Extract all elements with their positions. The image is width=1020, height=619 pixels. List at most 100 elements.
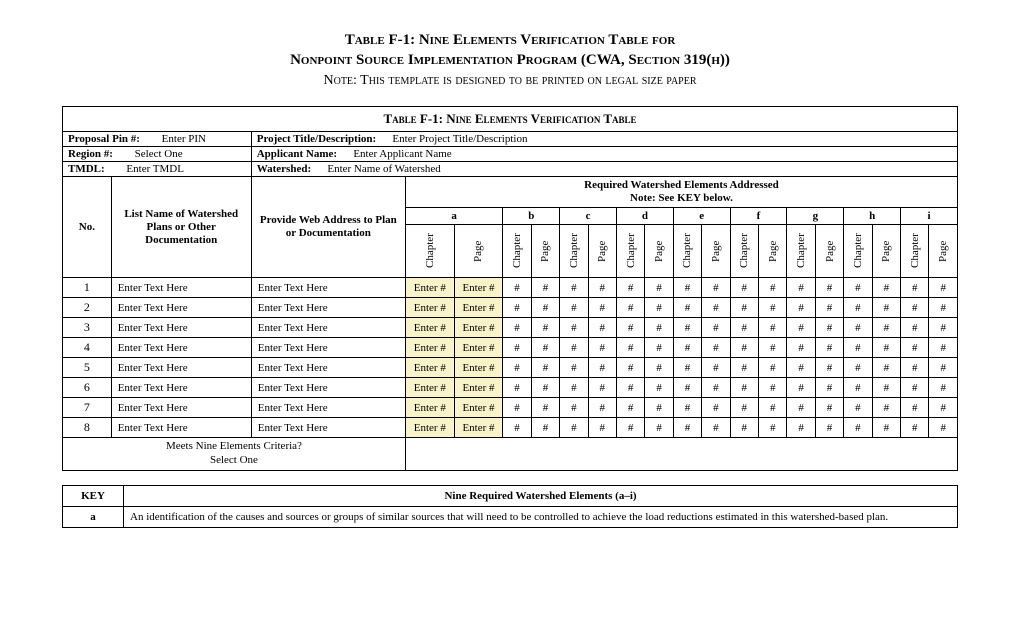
row-cell[interactable]: # [815,278,843,298]
proposal-pin-input[interactable]: Enter PIN [158,131,210,147]
row-cell[interactable]: # [702,378,730,398]
row-cell[interactable]: # [616,298,644,318]
row-cell[interactable]: # [872,378,900,398]
row-cell[interactable]: # [645,418,673,438]
row-cell[interactable]: # [929,358,958,378]
row-cell[interactable]: # [588,338,616,358]
row-cell[interactable]: # [844,298,872,318]
row-cell[interactable]: # [503,278,531,298]
row-web-input[interactable]: Enter Text Here [251,398,405,418]
row-cell[interactable]: # [929,378,958,398]
row-cell[interactable]: # [616,418,644,438]
row-cell[interactable]: # [673,398,701,418]
row-cell[interactable]: # [787,338,815,358]
region-input[interactable]: Select One [131,146,187,162]
row-cell[interactable]: # [616,338,644,358]
row-cell[interactable]: # [901,398,929,418]
row-cell[interactable]: # [872,398,900,418]
row-cell[interactable]: # [901,358,929,378]
row-page-a[interactable]: Enter # [454,318,503,338]
row-cell[interactable]: # [503,338,531,358]
row-page-a[interactable]: Enter # [454,358,503,378]
row-page-a[interactable]: Enter # [454,278,503,298]
row-cell[interactable]: # [730,418,758,438]
row-page-a[interactable]: Enter # [454,418,503,438]
row-name-input[interactable]: Enter Text Here [111,378,251,398]
row-cell[interactable]: # [588,398,616,418]
row-cell[interactable]: # [815,338,843,358]
row-cell[interactable]: # [702,418,730,438]
row-cell[interactable]: # [673,318,701,338]
row-cell[interactable]: # [645,318,673,338]
row-cell[interactable]: # [673,298,701,318]
row-cell[interactable]: # [560,418,588,438]
row-page-a[interactable]: Enter # [454,378,503,398]
row-cell[interactable]: # [531,318,559,338]
row-cell[interactable]: # [645,378,673,398]
row-cell[interactable]: # [730,358,758,378]
row-cell[interactable]: # [645,338,673,358]
row-cell[interactable]: # [901,298,929,318]
row-cell[interactable]: # [673,278,701,298]
row-cell[interactable]: # [503,298,531,318]
row-cell[interactable]: # [588,418,616,438]
row-cell[interactable]: # [929,318,958,338]
row-web-input[interactable]: Enter Text Here [251,318,405,338]
row-cell[interactable]: # [588,358,616,378]
row-cell[interactable]: # [730,338,758,358]
applicant-input[interactable]: Enter Applicant Name [349,146,455,162]
row-cell[interactable]: # [844,278,872,298]
row-cell[interactable]: # [787,418,815,438]
row-cell[interactable]: # [844,398,872,418]
row-cell[interactable]: # [560,338,588,358]
row-cell[interactable]: # [844,418,872,438]
row-cell[interactable]: # [787,398,815,418]
row-chapter-a[interactable]: Enter # [405,418,454,438]
row-cell[interactable]: # [503,358,531,378]
row-name-input[interactable]: Enter Text Here [111,278,251,298]
row-cell[interactable]: # [759,378,787,398]
row-cell[interactable]: # [702,398,730,418]
row-cell[interactable]: # [673,418,701,438]
row-web-input[interactable]: Enter Text Here [251,278,405,298]
row-cell[interactable]: # [616,398,644,418]
row-cell[interactable]: # [929,278,958,298]
row-cell[interactable]: # [872,318,900,338]
row-cell[interactable]: # [872,278,900,298]
row-cell[interactable]: # [759,318,787,338]
row-cell[interactable]: # [815,358,843,378]
row-cell[interactable]: # [872,298,900,318]
row-cell[interactable]: # [503,378,531,398]
row-cell[interactable]: # [645,278,673,298]
row-cell[interactable]: # [901,278,929,298]
row-cell[interactable]: # [560,398,588,418]
row-cell[interactable]: # [901,418,929,438]
row-chapter-a[interactable]: Enter # [405,398,454,418]
row-name-input[interactable]: Enter Text Here [111,318,251,338]
row-page-a[interactable]: Enter # [454,398,503,418]
row-cell[interactable]: # [844,378,872,398]
row-cell[interactable]: # [531,298,559,318]
row-cell[interactable]: # [531,358,559,378]
row-chapter-a[interactable]: Enter # [405,358,454,378]
row-cell[interactable]: # [872,338,900,358]
row-cell[interactable]: # [730,278,758,298]
row-cell[interactable]: # [759,338,787,358]
row-cell[interactable]: # [588,318,616,338]
row-cell[interactable]: # [702,358,730,378]
row-cell[interactable]: # [787,278,815,298]
row-cell[interactable]: # [929,398,958,418]
row-cell[interactable]: # [616,358,644,378]
row-name-input[interactable]: Enter Text Here [111,398,251,418]
row-chapter-a[interactable]: Enter # [405,278,454,298]
row-web-input[interactable]: Enter Text Here [251,358,405,378]
row-cell[interactable]: # [844,338,872,358]
row-cell[interactable]: # [645,398,673,418]
row-cell[interactable]: # [815,378,843,398]
row-cell[interactable]: # [929,298,958,318]
row-name-input[interactable]: Enter Text Here [111,358,251,378]
row-cell[interactable]: # [588,278,616,298]
row-cell[interactable]: # [787,378,815,398]
row-cell[interactable]: # [531,378,559,398]
row-page-a[interactable]: Enter # [454,338,503,358]
